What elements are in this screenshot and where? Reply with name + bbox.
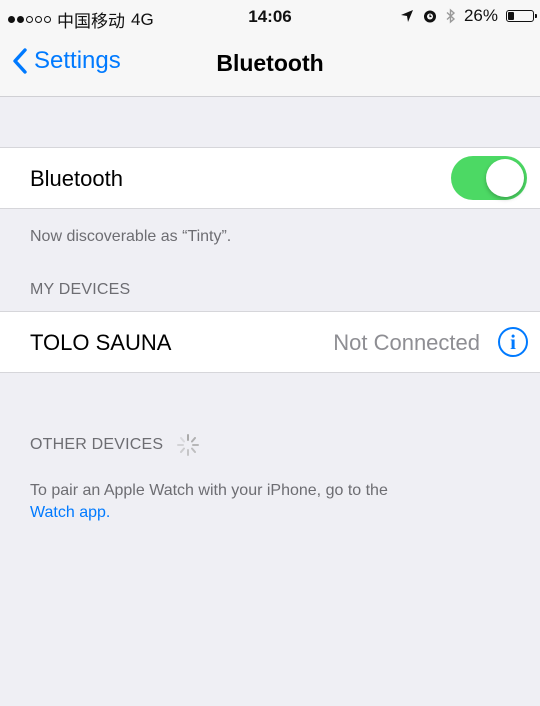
page-title: Bluetooth: [216, 50, 324, 76]
bluetooth-label: Bluetooth: [30, 166, 123, 191]
battery-icon: [506, 10, 537, 22]
watch-app-link[interactable]: Watch app.: [30, 504, 110, 521]
spinner-icon: [177, 434, 200, 456]
other-devices-label: OTHER DEVICES: [30, 436, 164, 453]
location-arrow-icon: [400, 10, 413, 22]
navigation-bar: Settings Bluetooth: [0, 34, 540, 97]
discoverable-text: Now discoverable as “Tinty”.: [30, 228, 232, 245]
alarm-icon: [423, 10, 436, 23]
bluetooth-toggle[interactable]: [451, 156, 527, 200]
screen: 中国移动 4G 14:06 26% Settings Bluetooth Blu…: [0, 0, 540, 706]
info-icon[interactable]: i: [498, 327, 528, 357]
device-status: Not Connected: [333, 330, 480, 355]
my-devices-header: MY DEVICES: [30, 281, 131, 298]
apple-watch-hint: To pair an Apple Watch with your iPhone,…: [30, 480, 520, 524]
device-name: TOLO SAUNA: [30, 330, 172, 355]
apple-watch-hint-text: To pair an Apple Watch with your iPhone,…: [30, 482, 388, 499]
status-bar: 中国移动 4G 14:06 26%: [0, 0, 540, 34]
device-cell[interactable]: TOLO SAUNA Not Connected i: [0, 311, 540, 373]
other-devices-header: OTHER DEVICES: [30, 432, 201, 458]
battery-percent: 26%: [463, 6, 498, 25]
bluetooth-toggle-cell: Bluetooth: [0, 147, 540, 209]
toggle-knob: [486, 159, 524, 197]
bluetooth-icon: [446, 8, 456, 24]
status-right: 26%: [400, 6, 537, 26]
